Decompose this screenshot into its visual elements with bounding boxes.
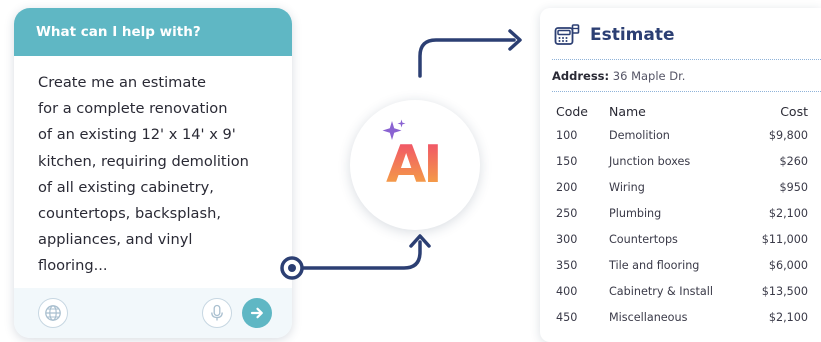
- prompt-line: of all existing cabinetry,: [38, 178, 214, 196]
- table-row: 300 Countertops $11,000: [556, 226, 808, 252]
- cell-cost: $2,100: [768, 206, 808, 220]
- ai-bubble: AI: [350, 100, 480, 230]
- table-row: 100 Demolition $9,800: [556, 122, 808, 148]
- divider: [552, 59, 821, 60]
- prompt-line: kitchen, requiring demolition: [38, 152, 249, 170]
- connector-ai-to-estimate: [418, 38, 516, 78]
- cell-cost: $260: [779, 154, 808, 168]
- cell-code: 200: [556, 180, 578, 194]
- cell-name: Junction boxes: [609, 154, 691, 168]
- chat-footer: [14, 288, 292, 338]
- column-header-name: Name: [609, 103, 646, 119]
- table-row: 400 Cabinetry & Install $13,500: [556, 279, 808, 305]
- prompt-line: of an existing 12' x 14' x 9': [38, 126, 236, 144]
- prompt-line: appliances, and vinyl: [38, 231, 193, 249]
- arrow-right-icon: [250, 307, 263, 319]
- cell-name: Tile and flooring: [609, 259, 700, 273]
- connector-origin-dot: [280, 256, 304, 280]
- cell-name: Plumbing: [609, 206, 662, 220]
- cell-cost: $6,000: [768, 259, 808, 273]
- chat-header: What can I help with?: [14, 8, 292, 56]
- chat-card: What can I help with? Create me an estim…: [14, 8, 292, 338]
- estimate-title: Estimate: [590, 25, 675, 45]
- send-button[interactable]: [242, 298, 272, 328]
- estimate-card: Estimate Address: 36 Maple Dr. Code Name…: [540, 8, 821, 342]
- cell-cost: $9,800: [768, 128, 808, 142]
- prompt-line: flooring...: [38, 257, 108, 275]
- connector-ai-to-estimate-arrowhead: [508, 29, 522, 51]
- ai-text: AI: [386, 135, 440, 194]
- column-header-code: Code: [556, 103, 589, 119]
- address-value: 36 Maple Dr.: [612, 69, 686, 83]
- table-row: 350 Tile and flooring $6,000: [556, 252, 808, 278]
- cell-code: 300: [556, 232, 578, 246]
- cell-code: 450: [556, 311, 578, 325]
- globe-icon: [45, 305, 61, 321]
- ai-label: AI: [386, 135, 443, 194]
- cell-code: 400: [556, 285, 578, 299]
- microphone-button[interactable]: [202, 298, 232, 328]
- connector-chat-to-ai-arrowhead: [409, 234, 431, 248]
- cell-code: 100: [556, 128, 578, 142]
- table-row: 450 Miscellaneous $2,100: [556, 305, 808, 331]
- cell-code: 350: [556, 259, 578, 273]
- cell-cost: $13,500: [761, 285, 808, 299]
- microphone-icon: [211, 304, 223, 321]
- address-label: Address:: [552, 69, 610, 83]
- prompt-line: Create me an estimate: [38, 74, 207, 91]
- cell-name: Wiring: [609, 180, 645, 194]
- cell-code: 150: [556, 154, 578, 168]
- cell-name: Countertops: [609, 232, 678, 246]
- prompt-line: countertops, backsplash,: [38, 205, 221, 223]
- prompt-line: for a complete renovation: [38, 100, 228, 118]
- table-row: 150 Junction boxes $260: [556, 148, 808, 174]
- cell-cost: $11,000: [761, 232, 808, 246]
- column-header-cost: Cost: [780, 103, 808, 119]
- globe-button[interactable]: [38, 298, 68, 328]
- cell-code: 250: [556, 206, 578, 220]
- cell-name: Demolition: [609, 128, 670, 142]
- divider: [552, 91, 821, 92]
- estimate-header: Estimate: [554, 20, 675, 50]
- cell-name: Miscellaneous: [609, 311, 688, 325]
- prompt-text: Create me an estimate for a complete ren…: [38, 70, 278, 280]
- table-header-row: Code Name Cost: [556, 100, 808, 122]
- connector-chat-to-ai: [298, 240, 422, 270]
- address-line: Address: 36 Maple Dr.: [552, 69, 685, 83]
- cell-cost: $2,100: [768, 311, 808, 325]
- register-icon: [554, 24, 580, 45]
- cell-name: Cabinetry & Install: [609, 285, 713, 299]
- estimate-table: Code Name Cost 100 Demolition $9,800 150…: [556, 100, 808, 331]
- table-row: 200 Wiring $950: [556, 174, 808, 200]
- table-row: 250 Plumbing $2,100: [556, 200, 808, 226]
- cell-cost: $950: [779, 180, 808, 194]
